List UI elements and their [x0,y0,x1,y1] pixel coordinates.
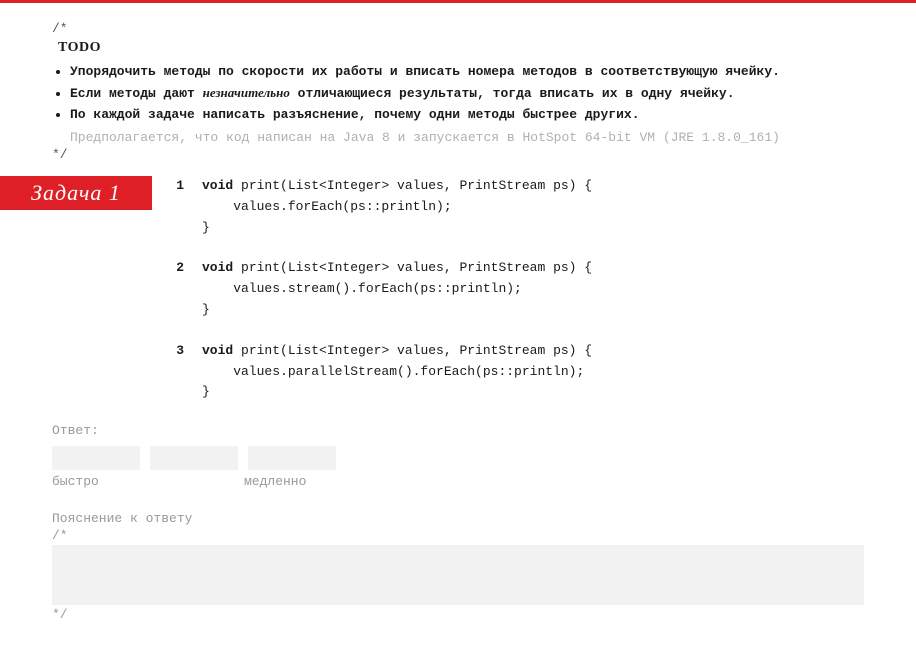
code-snippet: 1 void print(List<Integer> values, Print… [172,176,864,238]
answer-input-fast[interactable] [52,446,140,470]
comment-close: */ [52,147,864,162]
snippet-code: void print(List<Integer> values, PrintSt… [202,258,592,320]
todo-heading: TODO [58,40,864,56]
answer-input-slow[interactable] [248,446,336,470]
task-badge: Задача 1 [0,176,152,210]
snippet-number: 2 [172,258,202,320]
code-area: 1 void print(List<Integer> values, Print… [152,176,864,413]
explanation-close: */ [52,607,864,622]
snippet-code: void print(List<Integer> values, PrintSt… [202,176,592,238]
assumption-text: Предполагается, что код написан на Java … [70,130,864,145]
todo-item: Упорядочить методы по скорости их работы… [70,64,864,79]
todo-item: Если методы дают незначительно отличающи… [70,85,864,101]
answer-boxes [52,446,864,470]
code-snippet: 2 void print(List<Integer> values, Print… [172,258,864,320]
explanation-input[interactable] [52,545,864,605]
todo-list: Упорядочить методы по скорости их работы… [52,64,864,122]
todo-item: По каждой задаче написать разъяснение, п… [70,107,864,122]
answer-input-mid[interactable] [150,446,238,470]
explanation-open: /* [52,528,864,543]
answer-label: Ответ: [52,423,864,438]
fast-label: быстро [52,474,244,489]
snippet-number: 1 [172,176,202,238]
explanation-label: Пояснение к ответу [52,511,864,526]
speed-row: быстро медленно [52,474,864,489]
snippet-number: 3 [172,341,202,403]
slow-label: медленно [244,474,306,489]
snippet-code: void print(List<Integer> values, PrintSt… [202,341,592,403]
code-snippet: 3 void print(List<Integer> values, Print… [172,341,864,403]
comment-open: /* [52,21,864,36]
